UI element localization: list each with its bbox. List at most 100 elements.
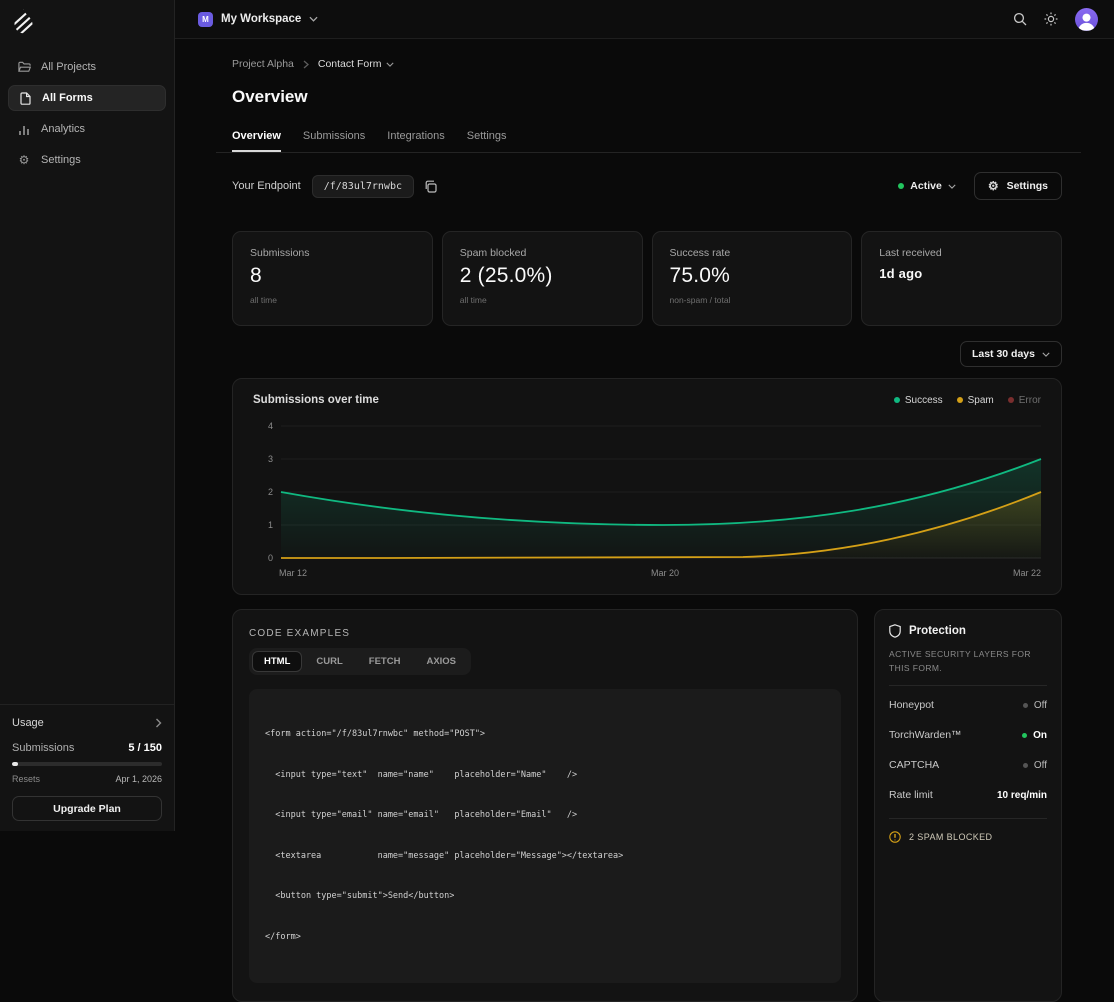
stat-label: Spam blocked — [459, 247, 527, 259]
protection-row-captcha: CAPTCHA Off — [889, 750, 1047, 780]
protection-row-state: Off — [1033, 759, 1047, 771]
stats-row: Submissions 8 all time Spam blocked 2 (2… — [232, 231, 1062, 326]
sidebar-nav: All Projects All Forms Analytics ⚙ Setti… — [0, 54, 174, 173]
form-settings-button[interactable]: ⚙ Settings — [973, 172, 1062, 200]
tab-settings[interactable]: Settings — [467, 124, 507, 152]
protection-row-state: Off — [1033, 699, 1047, 711]
status-label: Active — [910, 180, 942, 192]
x-axis-ticks: Mar 12 Mar 20 Mar 22 — [279, 568, 1041, 578]
folder-icon — [17, 61, 31, 73]
usage-header[interactable]: Usage — [12, 717, 162, 729]
status-dot-icon — [1022, 762, 1028, 768]
usage-title: Usage — [12, 717, 44, 729]
svg-text:Mar 12: Mar 12 — [279, 568, 307, 578]
stat-sub: all time — [459, 295, 487, 305]
tab-overview[interactable]: Overview — [232, 124, 281, 152]
usage-submissions-value: 5 / 150 — [128, 742, 162, 754]
sidebar-item-all-forms[interactable]: All Forms — [8, 85, 166, 111]
file-icon — [18, 91, 32, 105]
stat-label: Success rate — [669, 247, 731, 259]
chevron-right-icon — [156, 718, 162, 728]
protection-row-label: Rate limit — [889, 789, 933, 802]
workspace-switcher[interactable]: M My Workspace — [198, 11, 318, 27]
line-chart[interactable]: 4 3 2 1 0 Mar 12 Mar 20 Mar 22 — [253, 414, 1043, 582]
stat-sub: non-spam / total — [669, 295, 731, 305]
code-tab-html[interactable]: HTML — [252, 651, 303, 672]
stat-card-last-received: Last received 1d ago — [861, 231, 1062, 326]
sun-icon — [1044, 12, 1058, 26]
upgrade-plan-button[interactable]: Upgrade Plan — [12, 796, 162, 821]
code-tab-axios[interactable]: AXIOS — [414, 651, 468, 672]
main-content: Project Alpha Contact Form Overview Over… — [175, 39, 1114, 1002]
chart-legend: Success Spam Error — [893, 394, 1041, 406]
copy-endpoint-button[interactable] — [424, 180, 437, 193]
user-avatar[interactable] — [1075, 7, 1098, 31]
breadcrumb-form-selector[interactable]: Contact Form — [318, 58, 395, 70]
code-tab-curl[interactable]: CURL — [304, 651, 354, 672]
protection-row-state: 10 req/min — [996, 789, 1047, 801]
status-dot-icon — [1022, 702, 1028, 708]
bottom-section: CODE EXAMPLES HTML CURL FETCH AXIOS <for… — [232, 609, 1062, 1002]
stat-card-spam-blocked: Spam blocked 2 (25.0%) all time — [441, 231, 643, 326]
endpoint-actions: Active ⚙ Settings — [898, 172, 1062, 200]
sidebar-item-label: Analytics — [41, 123, 86, 135]
stat-card-success-rate: Success rate 75.0% non-spam / total — [651, 231, 853, 326]
protection-row-value: On — [1022, 730, 1047, 741]
code-line: <form action="/f/83ul7rnwbc" method="POS… — [265, 729, 486, 739]
code-line: <input type="email" name="email" placeho… — [265, 810, 578, 820]
sidebar-item-label: All Projects — [41, 61, 97, 73]
search-button[interactable] — [1013, 12, 1027, 26]
flame-icon — [14, 9, 33, 34]
protection-row-torchwarden: TorchWarden™ On — [889, 720, 1047, 750]
protection-row-value: Off — [1022, 759, 1047, 771]
sidebar-item-all-projects[interactable]: All Projects — [8, 54, 166, 80]
legend-dot-icon — [893, 397, 900, 403]
endpoint-row: Your Endpoint /f/83ul7rnwbc Active ⚙ Set… — [232, 172, 1062, 200]
sidebar-item-settings[interactable]: ⚙ Settings — [8, 147, 166, 173]
code-tab-fetch[interactable]: FETCH — [357, 651, 413, 672]
usage-resets-row: Resets Apr 1, 2026 — [12, 774, 162, 784]
date-range-selector[interactable]: Last 30 days — [959, 341, 1062, 367]
tab-integrations[interactable]: Integrations — [387, 124, 444, 152]
endpoint-path[interactable]: /f/83ul7rnwbc — [311, 174, 414, 198]
y-axis-ticks: 4 3 2 1 0 — [268, 421, 273, 563]
legend-error[interactable]: Error — [1007, 394, 1041, 406]
endpoint-label: Your Endpoint — [232, 180, 301, 192]
app-logo[interactable] — [0, 0, 174, 40]
svg-text:4: 4 — [268, 421, 273, 431]
code-line: <textarea name="message" placeholder="Me… — [265, 850, 624, 861]
legend-success[interactable]: Success — [893, 395, 943, 406]
svg-text:0: 0 — [268, 553, 273, 563]
sidebar-item-analytics[interactable]: Analytics — [8, 116, 166, 142]
protection-subtitle: ACTIVE SECURITY LAYERS FOR THIS FORM. — [889, 649, 1031, 674]
divider — [889, 685, 1047, 687]
workspace-badge: M — [198, 11, 213, 27]
person-icon — [1078, 13, 1095, 31]
stat-value: 75.0% — [669, 264, 731, 287]
gear-icon: ⚙ — [987, 179, 999, 193]
code-line: <input type="text" name="name" placehold… — [265, 769, 578, 780]
chevron-right-icon — [303, 60, 309, 68]
legend-spam[interactable]: Spam — [956, 394, 994, 406]
code-examples-heading: CODE EXAMPLES — [249, 628, 351, 639]
search-icon — [1013, 12, 1027, 26]
status-dropdown[interactable]: Active — [898, 180, 956, 192]
breadcrumb-form-label: Contact Form — [317, 58, 382, 70]
tab-submissions[interactable]: Submissions — [303, 124, 365, 152]
code-line: </form> — [265, 931, 301, 942]
stat-label: Last received — [879, 247, 942, 259]
date-range-label: Last 30 days — [971, 348, 1035, 360]
usage-progress-bar — [12, 762, 162, 766]
workspace-name: My Workspace — [221, 13, 302, 25]
legend-dot-icon — [956, 397, 963, 403]
topbar-actions — [1013, 7, 1098, 31]
stat-value: 1d ago — [879, 266, 923, 281]
protection-row-label: TorchWarden™ — [889, 729, 962, 742]
legend-label: Spam — [967, 394, 994, 406]
page-title: Overview — [232, 87, 308, 106]
theme-toggle-button[interactable] — [1044, 12, 1058, 26]
code-snippet[interactable]: <form action="/f/83ul7rnwbc" method="POS… — [249, 689, 841, 983]
breadcrumb-project[interactable]: Project Alpha — [232, 58, 294, 70]
svg-text:2: 2 — [268, 487, 273, 497]
legend-label: Error — [1018, 394, 1041, 406]
